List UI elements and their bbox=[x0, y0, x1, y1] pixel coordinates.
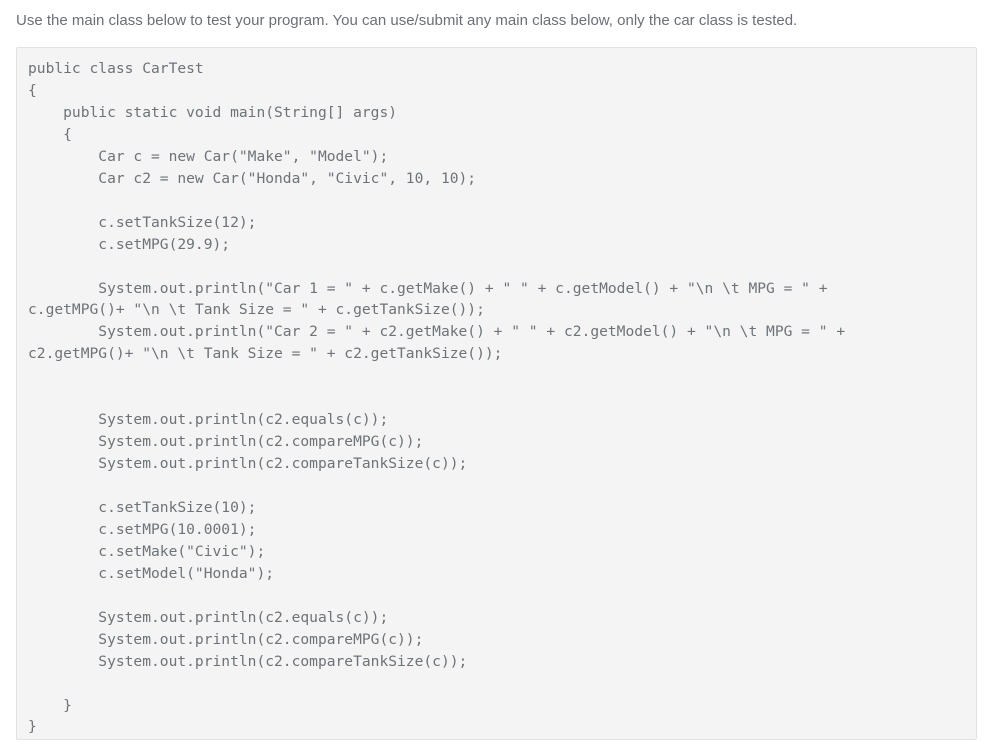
code-line: Car c2 = new Car("Honda", "Civic", 10, 1… bbox=[28, 169, 477, 187]
code-line: } bbox=[28, 696, 72, 714]
code-line: System.out.println(c2.compareMPG(c)); bbox=[28, 433, 424, 451]
code-line: c.setMake("Civic"); bbox=[28, 542, 266, 560]
page-root: Use the main class below to test your pr… bbox=[0, 0, 1000, 749]
code-line: System.out.println("Car 1 = " + c.getMak… bbox=[28, 279, 828, 297]
code-line: c.setTankSize(10); bbox=[28, 498, 257, 516]
code-line: System.out.println(c2.equals(c)); bbox=[28, 608, 389, 626]
code-block-panel: public class CarTest { public static void… bbox=[16, 47, 977, 740]
code-line: public static void main(String[] args) bbox=[28, 103, 398, 121]
code-lines-container: public class CarTest { public static void… bbox=[28, 58, 845, 738]
code-line: System.out.println(c2.compareMPG(c)); bbox=[28, 630, 424, 648]
code-line: public class CarTest bbox=[28, 60, 204, 77]
instruction-text: Use the main class below to test your pr… bbox=[16, 12, 798, 29]
code-line: c2.getMPG()+ "\n \t Tank Size = " + c2.g… bbox=[28, 345, 503, 363]
code-line: } bbox=[28, 718, 37, 736]
code-line: System.out.println("Car 2 = " + c2.getMa… bbox=[28, 323, 846, 341]
java-source-code: public class CarTest { public static void… bbox=[17, 48, 857, 739]
code-line: { bbox=[28, 125, 72, 143]
code-line: System.out.println(c2.compareTankSize(c)… bbox=[28, 652, 468, 670]
code-line: Car c = new Car("Make", "Model"); bbox=[28, 147, 389, 165]
code-line: c.setMPG(10.0001); bbox=[28, 520, 257, 538]
code-line: System.out.println(c2.compareTankSize(c)… bbox=[28, 455, 468, 473]
code-line: c.setTankSize(12); bbox=[28, 213, 257, 231]
code-line: c.getMPG()+ "\n \t Tank Size = " + c.get… bbox=[28, 301, 485, 319]
code-line: { bbox=[28, 81, 37, 99]
code-line: c.setModel("Honda"); bbox=[28, 564, 275, 582]
code-line: c.setMPG(29.9); bbox=[28, 235, 231, 253]
code-line: System.out.println(c2.equals(c)); bbox=[28, 411, 389, 429]
